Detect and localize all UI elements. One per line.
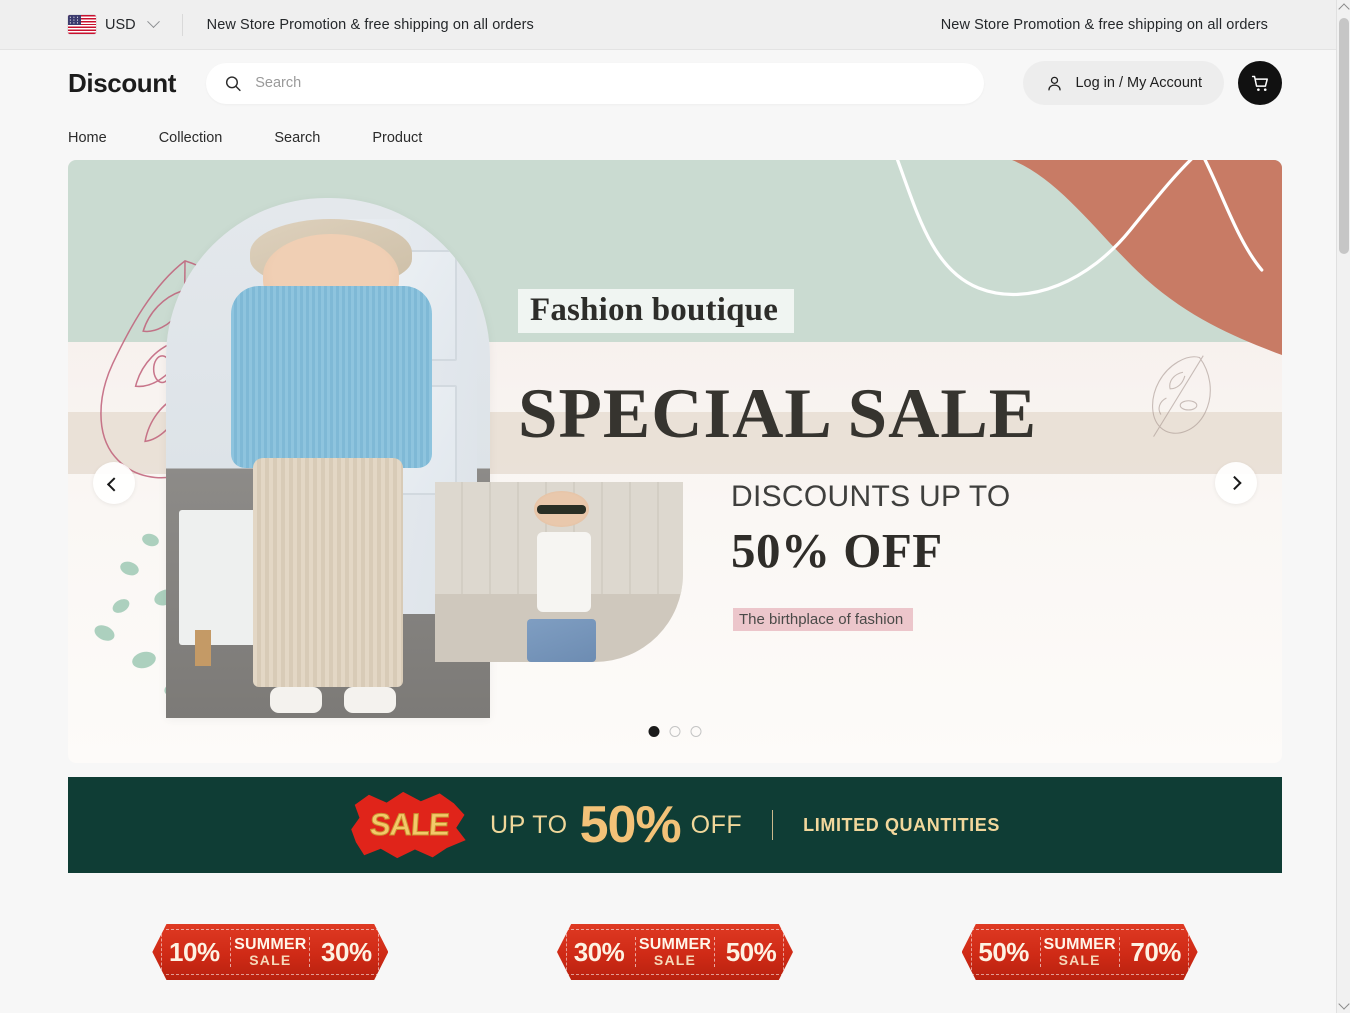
search-bar[interactable] [206, 62, 985, 104]
coupon-subtitle: SALE [1058, 952, 1101, 969]
sale-banner-divider [772, 810, 774, 840]
green-plaid-jacket [499, 522, 628, 634]
denim-jeans [526, 618, 597, 662]
coupon-subtitle: SALE [249, 952, 292, 969]
carousel-dot-2[interactable] [669, 726, 681, 737]
coupon-left-percent: 30% [573, 936, 625, 967]
chevron-right-icon [1227, 475, 1242, 491]
nav-item-home[interactable]: Home [68, 130, 107, 146]
carousel-dot-3[interactable] [690, 726, 702, 737]
main-navigation: Home Collection Search Product [0, 116, 1350, 160]
hero-section: Fashion boutique SPECIAL SALE DISCOUNTS … [0, 160, 1350, 763]
coupon-title-block: SUMMER SALE [634, 935, 715, 969]
coupon-badge-3[interactable]: 50% SUMMER SALE 70% [961, 924, 1198, 980]
announcement-message-left: New Store Promotion & free shipping on a… [206, 16, 534, 33]
nav-item-search[interactable]: Search [274, 130, 320, 146]
account-button[interactable]: Log in / My Account [1023, 61, 1224, 105]
sale-limited-label: LIMITED QUANTITIES [803, 814, 1000, 835]
carousel-dot-1[interactable] [648, 726, 660, 737]
search-input[interactable] [255, 75, 967, 91]
coupon-right-percent: 50% [725, 936, 777, 967]
currency-label: USD [105, 16, 136, 33]
coupon-title: SUMMER [234, 935, 307, 953]
hero-model-photo-secondary [435, 482, 683, 662]
hero-tagline: The birthplace of fashion [733, 608, 914, 631]
sale-upto-label: UP TO [490, 810, 568, 839]
account-label: Log in / My Account [1075, 75, 1202, 91]
photo-scene [435, 482, 683, 662]
announcement-message-right: New Store Promotion & free shipping on a… [940, 16, 1268, 33]
sunglasses [536, 505, 587, 515]
page-viewport: USD New Store Promotion & free shipping … [0, 0, 1350, 1013]
site-header: Discount Log in / My Account [0, 50, 1350, 116]
carousel-next-button[interactable] [1215, 462, 1257, 504]
coupon-row: 10% SUMMER SALE 30% 30% SUMMER SALE 50% … [0, 873, 1350, 1003]
coupon-left-percent: 50% [978, 936, 1029, 967]
coupon-right-percent: 70% [1130, 936, 1181, 967]
user-icon [1048, 76, 1062, 90]
page-bottom-spacer [0, 1003, 1350, 1013]
chevron-down-icon [146, 15, 160, 29]
sale-banner[interactable]: SALE UP TO 50% OFF LIMITED QUANTITIES [68, 777, 1282, 873]
header-actions: Log in / My Account [1023, 61, 1282, 105]
us-flag-icon [68, 15, 96, 34]
hero-subtitle: DISCOUNTS UP TO [731, 480, 1011, 513]
coupon-badge-2[interactable]: 30% SUMMER SALE 50% [556, 924, 793, 980]
blue-sweater [230, 286, 432, 469]
coupon-badge-1[interactable]: 10% SUMMER SALE 30% [152, 924, 389, 980]
sale-banner-section: SALE UP TO 50% OFF LIMITED QUANTITIES [0, 763, 1350, 873]
site-logo[interactable]: Discount [68, 68, 176, 99]
currency-selector[interactable]: USD [68, 15, 160, 34]
sale-burst-badge: SALE [350, 789, 468, 861]
announcement-divider [181, 13, 183, 36]
scroll-down-arrow-icon[interactable] [1338, 998, 1350, 1010]
cart-button[interactable] [1238, 61, 1282, 105]
sale-off-label: OFF [690, 810, 743, 839]
hero-kicker: Fashion boutique [518, 289, 795, 333]
hero-title: SPECIAL SALE [518, 375, 1038, 453]
scrollbar-thumb[interactable] [1339, 18, 1349, 254]
chevron-left-icon [106, 477, 122, 492]
coupon-right-percent: 30% [321, 936, 372, 967]
coupon-title: SUMMER [1043, 935, 1116, 953]
nav-item-collection[interactable]: Collection [159, 130, 223, 146]
announcement-bar: USD New Store Promotion & free shipping … [0, 0, 1350, 50]
leaf-outline-icon [1152, 355, 1211, 437]
coupon-title: SUMMER [638, 935, 712, 953]
shopping-cart-icon [1251, 75, 1268, 91]
hero-carousel: Fashion boutique SPECIAL SALE DISCOUNTS … [68, 160, 1282, 763]
beige-trousers [253, 458, 403, 687]
sale-burst-label: SALE [368, 807, 450, 843]
coupon-subtitle: SALE [653, 952, 697, 969]
carousel-dots [648, 726, 702, 737]
coupon-left-percent: 10% [169, 936, 220, 967]
coupon-title-block: SUMMER SALE [1039, 935, 1120, 969]
page-scrollbar[interactable] [1336, 0, 1350, 1013]
hero-discount-value: 50% OFF [731, 523, 943, 578]
sale-percent-value: 50% [579, 796, 682, 854]
nav-item-product[interactable]: Product [372, 130, 422, 146]
coupon-title-block: SUMMER SALE [230, 935, 311, 969]
search-icon [225, 75, 241, 91]
scroll-up-arrow-icon[interactable] [1338, 3, 1350, 15]
carousel-prev-button[interactable] [93, 462, 135, 504]
